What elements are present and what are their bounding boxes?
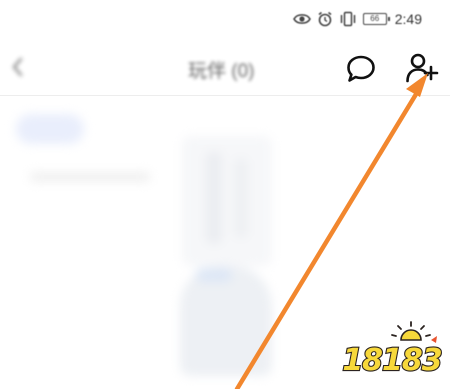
battery-icon: 66 (362, 13, 390, 25)
add-friend-button[interactable] (404, 50, 440, 86)
status-time: 2:49 (394, 11, 422, 27)
placeholder-line (30, 172, 150, 182)
watermark-text: 18183 (342, 343, 441, 378)
back-button[interactable] (6, 54, 30, 80)
alarm-icon (317, 11, 333, 27)
chat-button[interactable] (344, 52, 378, 86)
illustration-shape (180, 266, 272, 376)
illustration-accent (196, 268, 232, 282)
title-bar: 玩伴 (0) (0, 42, 450, 94)
status-icons: 66 2:49 (292, 9, 422, 29)
add-user-icon (406, 53, 439, 83)
tab-inactive[interactable] (112, 118, 152, 138)
vibrate-icon (339, 11, 357, 27)
phone-screen: 66 2:49 玩伴 (0) 18183 (0, 0, 450, 389)
eye-icon (292, 12, 311, 26)
illustration-bar (234, 158, 248, 238)
page-title: 玩伴 (0) (188, 61, 255, 82)
sun-rays-icon (391, 321, 437, 343)
status-bar: 66 2:49 (0, 0, 450, 40)
illustration-bar (206, 152, 222, 244)
tab-active[interactable] (16, 114, 84, 144)
empty-illustration (182, 136, 272, 266)
chevron-left-icon (12, 57, 23, 77)
chat-bubble-icon (347, 55, 375, 82)
watermark-logo: 18183 (341, 321, 444, 379)
